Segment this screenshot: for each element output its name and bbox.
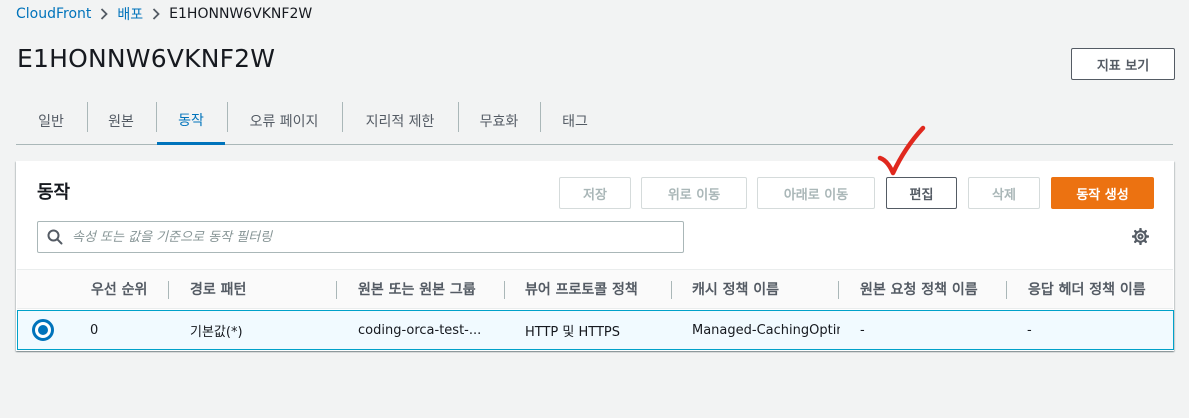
breadcrumb-current: E1HONNW6VKNF2W bbox=[169, 6, 313, 22]
tab-divider bbox=[156, 102, 157, 132]
tab-error-pages[interactable]: 오류 페이지 bbox=[228, 98, 340, 144]
move-down-button[interactable]: 아래로 이동 bbox=[757, 177, 875, 209]
edit-button[interactable]: 편집 bbox=[886, 177, 957, 209]
column-header-priority[interactable]: 우선 순위 bbox=[91, 270, 147, 308]
tab-behaviors[interactable]: 동작 bbox=[157, 98, 225, 145]
tab-origins[interactable]: 원본 bbox=[88, 98, 154, 144]
tab-bar: 일반 원본 동작 오류 페이지 지리적 제한 무효화 태그 bbox=[16, 98, 1173, 145]
breadcrumb-cloudfront-link[interactable]: CloudFront bbox=[16, 6, 91, 22]
search-input[interactable] bbox=[72, 222, 672, 252]
tab-divider bbox=[458, 102, 459, 132]
column-divider bbox=[168, 281, 169, 299]
cell-response-headers-policy: - bbox=[1027, 322, 1032, 338]
tab-divider bbox=[87, 102, 88, 132]
column-header-origin[interactable]: 원본 또는 원본 그룹 bbox=[358, 270, 476, 308]
column-header-viewer-protocol[interactable]: 뷰어 프로토콜 정책 bbox=[525, 270, 638, 308]
chevron-right-icon bbox=[152, 8, 160, 20]
chevron-right-icon bbox=[100, 8, 109, 20]
column-divider bbox=[1006, 281, 1007, 299]
tab-tags[interactable]: 태그 bbox=[541, 98, 609, 144]
table-row[interactable]: 0 기본값(*) coding-orca-test-... HTTP 및 HTT… bbox=[17, 310, 1174, 350]
tab-divider bbox=[342, 102, 343, 132]
column-divider bbox=[336, 281, 337, 299]
breadcrumb-distributions-link[interactable]: 배포 bbox=[117, 4, 143, 24]
column-header-response-headers-policy[interactable]: 응답 헤더 정책 이름 bbox=[1028, 270, 1146, 308]
cell-path-pattern: 기본값(*) bbox=[190, 324, 243, 340]
view-metrics-button[interactable]: 지표 보기 bbox=[1071, 48, 1175, 80]
gear-icon[interactable] bbox=[1131, 227, 1150, 249]
tab-geo-restriction[interactable]: 지리적 제한 bbox=[343, 98, 457, 144]
column-divider bbox=[671, 281, 672, 299]
column-header-path-pattern[interactable]: 경로 패턴 bbox=[190, 270, 246, 308]
cell-cache-policy: Managed-CachingOptimized bbox=[692, 322, 840, 338]
delete-button[interactable]: 삭제 bbox=[968, 177, 1040, 209]
search-icon bbox=[47, 229, 63, 249]
move-up-button[interactable]: 위로 이동 bbox=[641, 177, 747, 209]
create-behavior-button[interactable]: 동작 생성 bbox=[1051, 177, 1154, 209]
tab-invalidations[interactable]: 무효화 bbox=[460, 98, 538, 144]
column-header-origin-request-policy[interactable]: 원본 요청 정책 이름 bbox=[860, 270, 978, 308]
row-select-radio[interactable] bbox=[32, 319, 54, 341]
tab-general[interactable]: 일반 bbox=[16, 98, 86, 144]
column-header-cache-policy[interactable]: 캐시 정책 이름 bbox=[692, 270, 779, 308]
column-divider bbox=[838, 281, 839, 299]
panel-title: 동작 bbox=[37, 182, 71, 203]
breadcrumb: CloudFront 배포 E1HONNW6VKNF2W bbox=[16, 4, 312, 24]
checkmark-icon bbox=[877, 125, 926, 176]
cell-priority: 0 bbox=[90, 322, 99, 338]
page-title: E1HONNW6VKNF2W bbox=[17, 44, 276, 73]
cell-viewer-protocol: HTTP 및 HTTPS bbox=[525, 324, 621, 340]
save-button[interactable]: 저장 bbox=[559, 177, 631, 209]
search-box[interactable] bbox=[37, 221, 684, 253]
table-header: 우선 순위 경로 패턴 원본 또는 원본 그룹 뷰어 프로토콜 정책 캐시 정책… bbox=[17, 269, 1173, 309]
tab-divider bbox=[540, 102, 541, 132]
tab-divider bbox=[227, 102, 228, 132]
cell-origin: coding-orca-test-... bbox=[358, 322, 482, 338]
column-divider bbox=[504, 281, 505, 299]
cell-origin-request-policy: - bbox=[860, 322, 865, 338]
